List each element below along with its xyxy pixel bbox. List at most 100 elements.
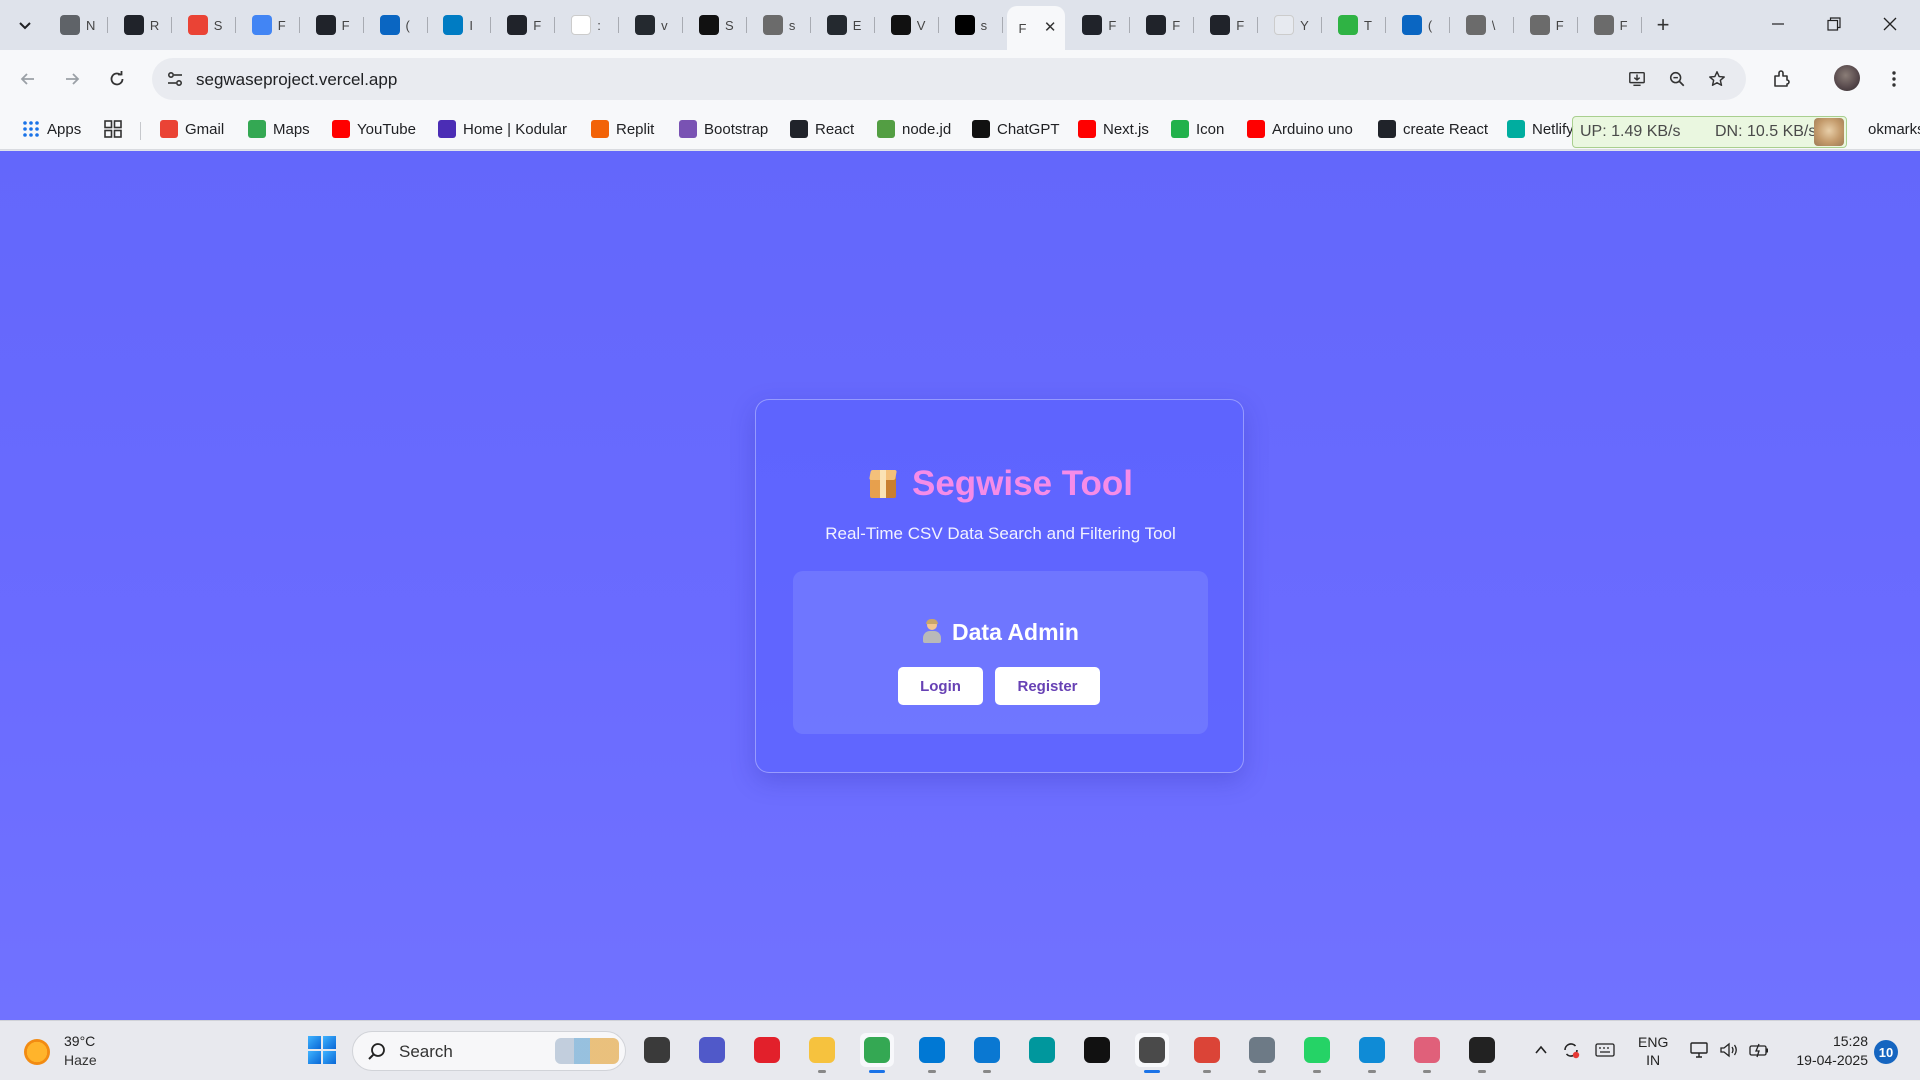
browser-tab[interactable]: N [48, 8, 108, 42]
site-info-icon[interactable] [160, 64, 190, 94]
browser-tab[interactable]: s [943, 8, 1003, 42]
bookmark-item[interactable]: Bootstrap [679, 116, 768, 142]
bookmark-item[interactable]: Apps [22, 116, 81, 142]
browser-tab[interactable]: V [879, 8, 939, 42]
profile-avatar[interactable] [1834, 65, 1860, 91]
snipping-tool-glyph [1414, 1037, 1440, 1063]
browser-tab[interactable]: Y [1262, 8, 1323, 42]
chrome-profile-icon[interactable] [1190, 1033, 1224, 1073]
bookmark-item[interactable]: Icon [1171, 116, 1224, 142]
keyboard-icon[interactable] [1594, 1039, 1616, 1061]
netspeed-widget: UP: 1.49 KB/s DN: 10.5 KB/s [1572, 116, 1847, 148]
bookmark-item[interactable]: Next.js [1078, 116, 1149, 142]
reload-icon[interactable] [101, 63, 133, 95]
register-button[interactable]: Register [995, 667, 1100, 705]
all-bookmarks-label[interactable]: okmarks [1868, 116, 1920, 142]
react-icon [315, 15, 336, 35]
bookmark-item[interactable]: Netlify [1507, 116, 1574, 142]
close-window-icon[interactable] [1862, 0, 1918, 48]
microsoft-store-icon[interactable] [915, 1033, 949, 1073]
bookmark-star-icon[interactable] [1702, 64, 1732, 94]
login-button[interactable]: Login [898, 667, 983, 705]
running-indicator [1258, 1070, 1266, 1073]
browser-tab[interactable]: v [623, 8, 684, 42]
new-tab-button[interactable]: + [1648, 10, 1678, 40]
browser-tab[interactable]: ( [1390, 8, 1450, 42]
notepad-app-icon[interactable] [1135, 1033, 1169, 1073]
bookmark-item[interactable]: Home | Kodular [438, 116, 567, 142]
tab-groups-icon[interactable] [104, 116, 122, 142]
chatgpt-app-icon[interactable] [1465, 1033, 1499, 1073]
bookmark-item[interactable]: Arduino uno [1247, 116, 1353, 142]
bookmark-item[interactable]: node.jd [877, 116, 951, 142]
tab-search-icon[interactable] [8, 10, 42, 40]
snipping-tool-icon[interactable] [1410, 1033, 1444, 1073]
opera-icon[interactable] [750, 1033, 784, 1067]
nodejs-icon [877, 120, 895, 138]
teams-chat-icon[interactable] [695, 1033, 729, 1067]
browser-tab[interactable]: F [240, 8, 300, 42]
bootstrap-icon [679, 120, 697, 138]
browser-tab[interactable]: T [1326, 8, 1386, 42]
browser-tab[interactable]: \ [1454, 8, 1514, 42]
bookmark-label: Netlify [1532, 120, 1574, 138]
admin-person-icon [922, 619, 942, 643]
browser-tab[interactable]: F [1582, 8, 1642, 42]
bookmark-item[interactable]: Maps [248, 116, 310, 142]
bookmark-item[interactable]: create React [1378, 116, 1488, 142]
bookmark-item[interactable]: ChatGPT [972, 116, 1060, 142]
notification-badge[interactable]: 10 [1874, 1040, 1898, 1064]
browser-tab[interactable]: S [176, 8, 236, 42]
bookmark-item[interactable]: React [790, 116, 854, 142]
zoom-icon[interactable] [1662, 64, 1692, 94]
restore-icon[interactable] [1806, 0, 1862, 48]
browser-tab[interactable]: F [1070, 8, 1131, 42]
extensions-icon[interactable] [1766, 63, 1798, 95]
file-explorer-icon[interactable] [805, 1033, 839, 1073]
running-indicator [1368, 1070, 1376, 1073]
file-explorer-mini-icon[interactable] [640, 1033, 674, 1067]
settings-gear-icon[interactable] [1245, 1033, 1279, 1073]
browser-tab[interactable]: F [304, 8, 364, 42]
browser-tab[interactable]: F [1198, 8, 1259, 42]
bookmark-item[interactable]: Replit [591, 116, 654, 142]
browser-tab[interactable]: R [112, 8, 172, 42]
arduino-icon[interactable] [1025, 1033, 1059, 1067]
battery-icon[interactable] [1748, 1039, 1770, 1061]
react-icon [123, 15, 144, 35]
edge-icon[interactable] [1355, 1033, 1389, 1073]
browser-tab[interactable]: F [495, 8, 556, 42]
browser-tab[interactable]: F [1518, 8, 1578, 42]
forward-icon[interactable] [56, 63, 88, 95]
bookmark-item[interactable]: Gmail [160, 116, 224, 142]
chrome-icon[interactable] [860, 1033, 894, 1073]
minimize-icon[interactable] [1750, 0, 1806, 48]
system-clock[interactable]: 15:28 19-04-2025 [1786, 1032, 1868, 1070]
network-icon[interactable] [1688, 1039, 1710, 1061]
url-text[interactable]: segwaseproject.vercel.app [196, 70, 397, 90]
bookmark-item[interactable]: YouTube [332, 116, 416, 142]
settings-gear-glyph [1249, 1037, 1275, 1063]
browser-tab[interactable]: S [687, 8, 747, 42]
vscode-icon[interactable] [970, 1033, 1004, 1073]
language-indicator[interactable]: ENG IN [1638, 1033, 1668, 1069]
browser-tab[interactable]: : [559, 8, 620, 42]
browser-tab[interactable]: F ✕ [1006, 6, 1065, 50]
taskbar-search[interactable]: Search [352, 1031, 626, 1071]
tab-close-icon[interactable]: ✕ [1044, 18, 1057, 36]
address-bar[interactable]: segwaseproject.vercel.app [152, 58, 1746, 100]
install-app-icon[interactable] [1622, 64, 1652, 94]
browser-tab[interactable]: E [815, 8, 875, 42]
menu-kebab-icon[interactable] [1878, 63, 1910, 95]
browser-tab[interactable]: ( [368, 8, 428, 42]
volume-icon[interactable] [1718, 1039, 1740, 1061]
sync-icon[interactable] [1560, 1039, 1582, 1061]
start-button[interactable] [305, 1033, 339, 1067]
browser-tab[interactable]: s [751, 8, 811, 42]
whatsapp-icon[interactable] [1300, 1033, 1334, 1073]
figma-icon[interactable] [1080, 1033, 1114, 1067]
browser-tab[interactable]: I [431, 8, 492, 42]
browser-tab[interactable]: F [1134, 8, 1195, 42]
tray-chevron-icon[interactable] [1530, 1039, 1552, 1061]
back-icon[interactable] [12, 63, 44, 95]
